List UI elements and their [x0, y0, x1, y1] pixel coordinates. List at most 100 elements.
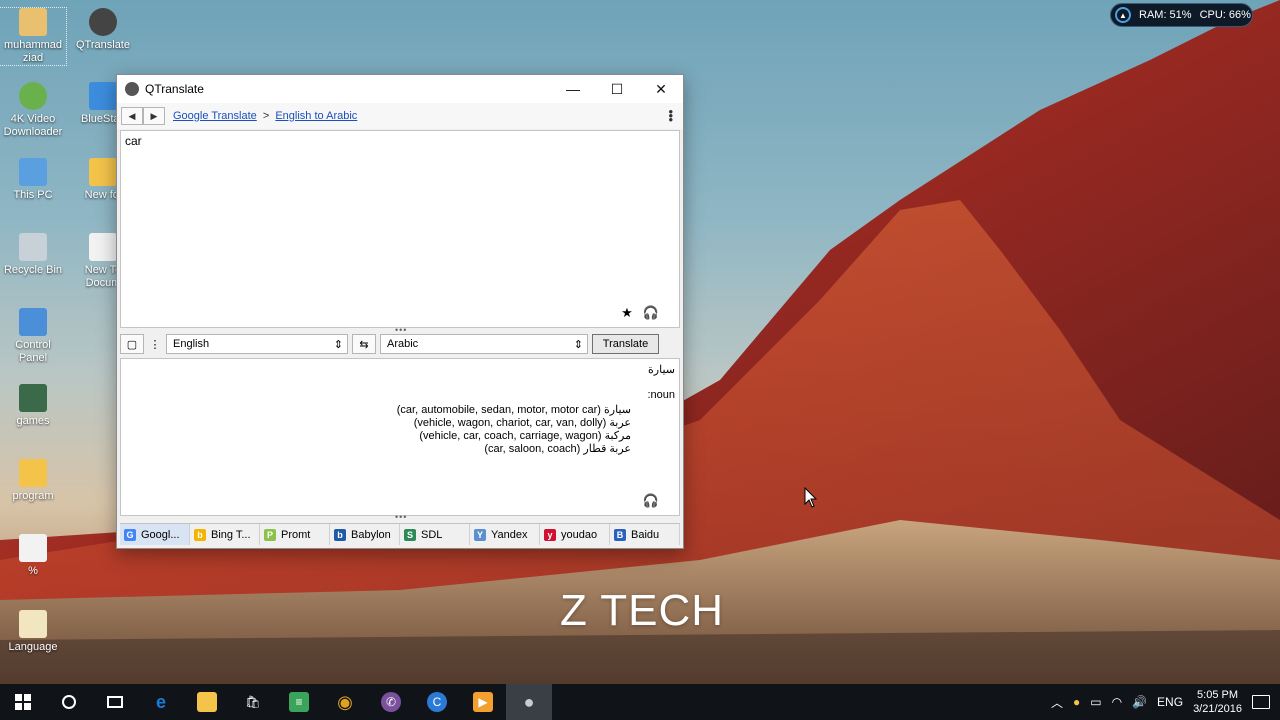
- source-language-select[interactable]: English ⇕: [166, 334, 348, 354]
- engine-tab-google[interactable]: G Googl...: [120, 524, 190, 545]
- start-button[interactable]: [0, 684, 46, 720]
- clock-date: 3/21/2016: [1193, 703, 1242, 715]
- taskbar-app-store[interactable]: 🛍: [230, 684, 276, 720]
- swap-icon: ⇆: [359, 338, 369, 351]
- engine-tab-sdl[interactable]: S SDL: [400, 524, 470, 545]
- title-bar[interactable]: QTranslate — ☐ ✕: [117, 75, 683, 103]
- language-indicator[interactable]: ENG: [1157, 695, 1183, 709]
- target-language-select[interactable]: Arabic ⇕: [380, 334, 588, 354]
- bluestacks-icon: [89, 82, 117, 110]
- minimize-button[interactable]: —: [551, 75, 595, 103]
- result-meanings: (vehicle, wagon, chariot, car, van, doll…: [413, 417, 607, 429]
- result-line: (vehicle, wagon, chariot, car, van, doll…: [414, 416, 631, 429]
- source-language: English: [173, 338, 210, 350]
- clock-time: 5:05 PM: [1197, 689, 1239, 701]
- engine-label: Promt: [281, 528, 311, 541]
- engine-label: Bing T...: [211, 528, 251, 541]
- notifications-icon[interactable]: [1252, 695, 1270, 709]
- more-options-icon[interactable]: • • •: [668, 105, 673, 126]
- close-button[interactable]: ✕: [639, 75, 683, 103]
- taskbar-app-notes[interactable]: ≡: [276, 684, 322, 720]
- desktop-icon-games[interactable]: games: [0, 384, 66, 428]
- taskbar-app-qtranslate[interactable]: ●: [506, 684, 552, 720]
- taskbar-app-viber[interactable]: ✆: [368, 684, 414, 720]
- swap-languages-button[interactable]: ⇆: [352, 334, 376, 354]
- sdl-icon: S: [404, 528, 416, 541]
- service-link[interactable]: Google Translate: [173, 110, 257, 122]
- desktop-icon-language[interactable]: Language: [0, 610, 66, 654]
- yandex-icon: Y: [474, 528, 486, 541]
- desktop-icon-this-pc[interactable]: This PC: [0, 158, 66, 202]
- desktop-icon-user-folder[interactable]: muhammad ziad: [0, 7, 67, 66]
- qtranslate-app-icon: [125, 82, 139, 96]
- battery-icon[interactable]: ▭: [1090, 695, 1101, 709]
- star-icon[interactable]: ★: [621, 305, 633, 321]
- window-title: QTranslate: [145, 82, 204, 96]
- desktop-icon-label: QTranslate: [75, 39, 130, 51]
- qtranslate-window: QTranslate — ☐ ✕ ◀ ▶ Google Translate > …: [116, 74, 684, 549]
- maximize-button[interactable]: ☐: [595, 75, 639, 103]
- folder-icon: [19, 459, 47, 487]
- desktop-icon-label: Language: [8, 641, 58, 653]
- system-tray: ︿ ● ▭ ◠ 🔊 ENG 5:05 PM 3/21/2016: [1051, 684, 1270, 720]
- engine-tab-bing[interactable]: b Bing T...: [190, 524, 260, 545]
- arrow-left-icon: ◀: [128, 110, 136, 121]
- spinner-icon: ⇕: [573, 338, 583, 351]
- ram-usage: RAM: 51%: [1139, 9, 1192, 21]
- taskbar-app-media[interactable]: ▶: [460, 684, 506, 720]
- show-hidden-icons-icon[interactable]: ︿: [1051, 694, 1063, 711]
- downloader-icon: [19, 82, 47, 110]
- new-document-button[interactable]: ▢: [120, 334, 144, 354]
- text-document-icon: [89, 233, 117, 261]
- task-view-icon: [107, 696, 123, 708]
- task-view-button[interactable]: [92, 684, 138, 720]
- engine-tab-baidu[interactable]: B Baidu: [610, 524, 680, 545]
- desktop-icon-program[interactable]: program: [0, 459, 66, 503]
- taskbar-app-file-explorer[interactable]: ▬: [184, 684, 230, 720]
- document-icon: ▢: [126, 338, 138, 351]
- splitter-handle[interactable]: •••: [395, 512, 409, 522]
- headphones-icon[interactable]: 🎧: [643, 305, 659, 321]
- desktop-icon-4k-video-downloader[interactable]: 4K Video Downloader: [0, 82, 66, 139]
- engine-tab-youdao[interactable]: y youdao: [540, 524, 610, 545]
- folder-icon: ▬: [197, 692, 217, 712]
- engine-tab-babylon[interactable]: b Babylon: [330, 524, 400, 545]
- cortana-button[interactable]: [46, 684, 92, 720]
- desktop-icon-label: program: [12, 490, 54, 502]
- file-icon: [19, 534, 47, 562]
- tray-app-icon[interactable]: ●: [1073, 695, 1080, 709]
- clock[interactable]: 5:05 PM 3/21/2016: [1193, 688, 1242, 716]
- target-language: Arabic: [387, 338, 419, 350]
- desktop-icon-percent[interactable]: %: [0, 534, 66, 578]
- translate-button[interactable]: Translate: [592, 334, 659, 354]
- back-button[interactable]: ◀: [121, 107, 143, 125]
- desktop-icon-qtranslate[interactable]: QTranslate: [70, 8, 136, 52]
- headphones-icon[interactable]: 🎧: [643, 493, 659, 509]
- engine-tab-promt[interactable]: P Promt: [260, 524, 330, 545]
- spinner-icon: ⇕: [333, 338, 343, 351]
- system-monitor-widget[interactable]: ▲ RAM: 51% CPU: 66%: [1110, 3, 1253, 27]
- desktop-icon-control-panel[interactable]: Control Panel: [0, 308, 66, 365]
- media-player-icon: ▶: [473, 692, 493, 712]
- translation-result[interactable]: سيارة :noun (car, automobile, sedan, mot…: [120, 358, 680, 516]
- engine-label: Babylon: [351, 528, 391, 541]
- desktop-icon-label: Recycle Bin: [3, 264, 63, 276]
- engine-tab-yandex[interactable]: Y Yandex: [470, 524, 540, 545]
- taskbar-app-edge[interactable]: e: [138, 684, 184, 720]
- forward-button[interactable]: ▶: [143, 107, 165, 125]
- taskbar-app-chrome[interactable]: ◉: [322, 684, 368, 720]
- taskbar: e ▬ 🛍 ≡ ◉ ✆ C ▶ ● ︿ ● ▭ ◠ 🔊 ENG 5:05 PM …: [0, 684, 1280, 720]
- wifi-icon[interactable]: ◠: [1112, 695, 1122, 709]
- windows-logo-icon: [15, 694, 31, 710]
- desktop-icon-recycle-bin[interactable]: Recycle Bin: [0, 233, 66, 277]
- engine-label: Baidu: [631, 528, 660, 541]
- direction-link[interactable]: English to Arabic: [275, 110, 357, 122]
- taskbar-app-ccleaner[interactable]: C: [414, 684, 460, 720]
- desktop-icon-label: 4K Video Downloader: [3, 113, 63, 138]
- volume-icon[interactable]: 🔊: [1132, 695, 1147, 709]
- google-icon: G: [124, 528, 136, 541]
- source-options-button[interactable]: ⋮: [148, 334, 162, 354]
- promt-icon: P: [264, 528, 276, 541]
- source-text-input[interactable]: car ★ 🎧: [120, 130, 680, 328]
- result-arabic: عربة: [609, 417, 631, 429]
